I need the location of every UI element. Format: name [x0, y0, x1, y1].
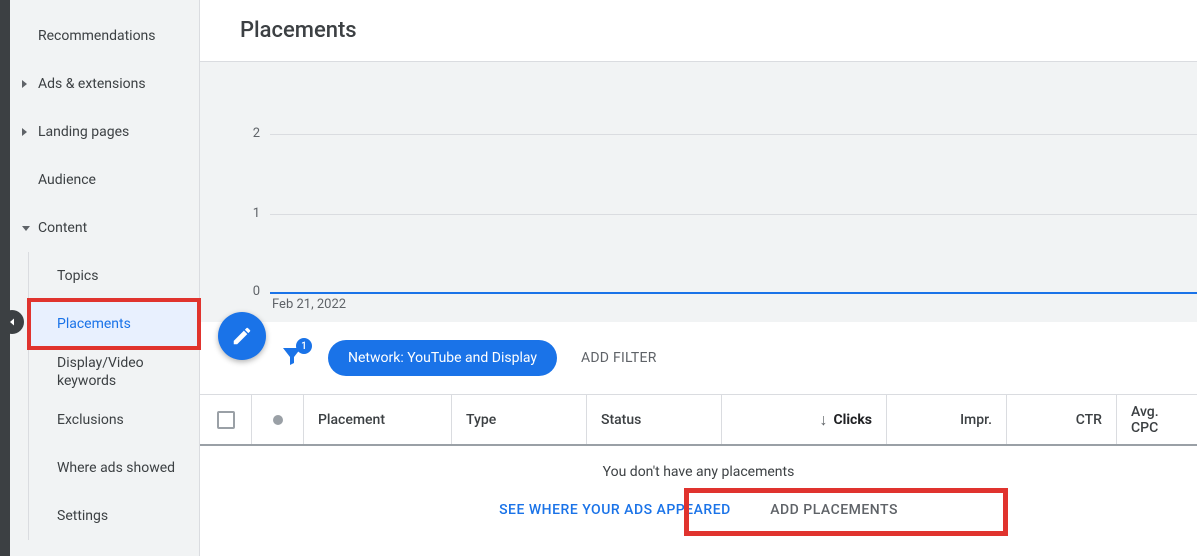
sidebar-item-recommendations[interactable]: Recommendations — [10, 12, 199, 60]
left-rail — [0, 0, 10, 556]
sidebar-item-display-video-keywords[interactable]: Display/Video keywords — [29, 348, 199, 396]
sidebar-sub-label: Topics — [57, 267, 98, 285]
sidebar-sub-label: Where ads showed — [57, 459, 175, 477]
table-header: Placement Type Status ↓ Clicks Impr. CTR… — [200, 394, 1197, 446]
col-label: Clicks — [833, 412, 872, 428]
sidebar-label: Ads & extensions — [38, 76, 146, 92]
status-column-header[interactable] — [252, 395, 304, 444]
see-where-ads-appeared-link[interactable]: SEE WHERE YOUR ADS APPEARED — [481, 492, 749, 528]
caret-right-icon — [22, 80, 27, 88]
sidebar-item-placements[interactable]: Placements — [29, 300, 199, 348]
sidebar-item-landing-pages[interactable]: Landing pages — [10, 108, 199, 156]
col-clicks[interactable]: ↓ Clicks — [722, 395, 887, 444]
sidebar-label: Landing pages — [38, 124, 129, 140]
sidebar-item-topics[interactable]: Topics — [29, 252, 199, 300]
chevron-left-icon — [6, 316, 18, 328]
pencil-icon — [231, 325, 253, 347]
sidebar-label: Content — [38, 220, 87, 236]
checkbox-icon — [217, 411, 235, 429]
col-status[interactable]: Status — [587, 395, 722, 444]
status-dot-icon — [273, 415, 283, 425]
filter-chip-network[interactable]: Network: YouTube and Display — [328, 340, 557, 376]
col-label: Placement — [318, 412, 385, 428]
col-avg-cpc[interactable]: Avg. CPC — [1117, 395, 1197, 444]
sidebar-label: Audience — [38, 172, 96, 188]
collapse-sidebar-button[interactable] — [0, 310, 24, 334]
add-filter-button[interactable]: ADD FILTER — [581, 350, 657, 366]
chart: 2 1 0 Feb 21, 2022 — [200, 62, 1197, 322]
col-label: Impr. — [960, 412, 992, 428]
filter-funnel-button[interactable]: 1 — [280, 344, 304, 372]
col-impr[interactable]: Impr. — [887, 395, 1007, 444]
empty-state-message: You don't have any placements — [200, 446, 1197, 488]
create-placement-fab[interactable] — [218, 312, 266, 360]
filter-bar: 1 Network: YouTube and Display ADD FILTE… — [200, 322, 1197, 394]
select-all-checkbox[interactable] — [200, 395, 252, 444]
col-label: Avg. CPC — [1131, 404, 1183, 436]
col-placement[interactable]: Placement — [304, 395, 452, 444]
main-content: Placements 2 1 0 Feb 21, 2022 1 Network:… — [200, 0, 1197, 556]
sidebar-sub-label: Settings — [57, 507, 108, 525]
sidebar-item-settings[interactable]: Settings — [29, 492, 199, 540]
sidebar-item-audience[interactable]: Audience — [10, 156, 199, 204]
sidebar-sub-label: Display/Video keywords — [57, 354, 199, 390]
col-type[interactable]: Type — [452, 395, 587, 444]
caret-right-icon — [22, 128, 27, 136]
page-title: Placements — [200, 0, 1197, 62]
chart-baseline — [270, 292, 1197, 294]
col-label: CTR — [1076, 412, 1102, 428]
col-label: Status — [601, 412, 641, 428]
sidebar-item-where-ads-showed[interactable]: Where ads showed — [29, 444, 199, 492]
gridline — [270, 214, 1197, 215]
sidebar: Recommendations Ads & extensions Landing… — [10, 0, 200, 556]
filter-count-badge: 1 — [296, 338, 312, 354]
sidebar-item-content[interactable]: Content — [10, 204, 199, 252]
x-axis-start-label: Feb 21, 2022 — [272, 297, 346, 312]
col-label: Type — [466, 412, 496, 428]
gridline — [270, 134, 1197, 135]
content-subgroup: Topics Placements Display/Video keywords… — [28, 252, 199, 540]
sidebar-item-ads-extensions[interactable]: Ads & extensions — [10, 60, 199, 108]
caret-down-icon — [22, 226, 30, 231]
sort-desc-icon: ↓ — [819, 410, 827, 430]
col-ctr[interactable]: CTR — [1007, 395, 1117, 444]
y-tick: 0 — [240, 284, 260, 299]
y-tick: 2 — [240, 126, 260, 141]
y-tick: 1 — [240, 206, 260, 221]
sidebar-item-exclusions[interactable]: Exclusions — [29, 396, 199, 444]
add-placements-link[interactable]: ADD PLACEMENTS — [752, 492, 916, 528]
sidebar-label: Recommendations — [38, 28, 156, 44]
sidebar-sub-label: Exclusions — [57, 411, 124, 429]
sidebar-sub-label: Placements — [57, 315, 131, 333]
empty-state-actions: SEE WHERE YOUR ADS APPEARED ADD PLACEMEN… — [200, 488, 1197, 546]
